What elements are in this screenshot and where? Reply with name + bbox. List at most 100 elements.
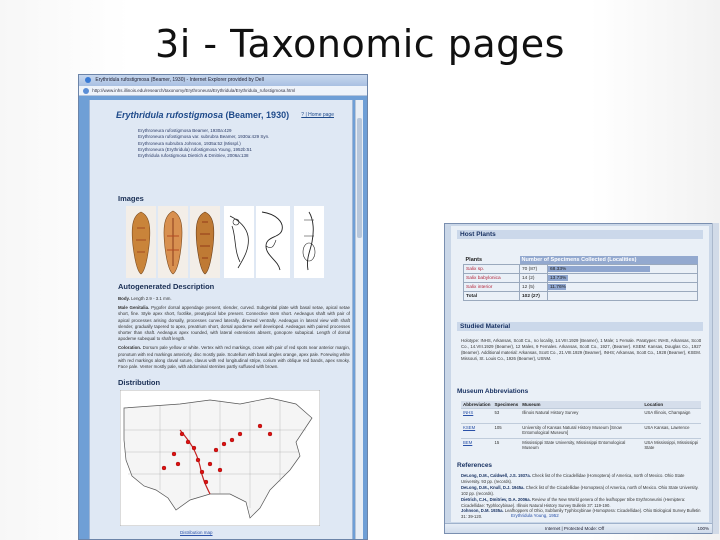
column-header: Abbreviation [461, 401, 493, 409]
specimen-count: 14 (2) [519, 273, 548, 283]
museum-name: University of Kansas Natural History Mus… [520, 423, 643, 439]
species-author: (Beamer, 1930) [225, 110, 290, 120]
museum-name: Illinois Natural History Survey [520, 408, 643, 424]
column-header: Museum [520, 401, 643, 409]
browser-window-species-page[interactable]: Erythridula rufostigmosa (Beamer, 1930) … [78, 74, 368, 540]
reference-item: Dietrich, C.H., Dmitriev, D.A. 2006a. Re… [461, 497, 701, 509]
reference-author[interactable]: Johnson, D.M. 1935a. [461, 508, 504, 513]
image-gallery [126, 206, 356, 278]
scrollbar-thumb[interactable] [357, 118, 362, 238]
reference-item: DeLong, D.M., Caldwell, J.S. 1937a. Chec… [461, 473, 701, 485]
museum-abbr-link[interactable]: INHS [461, 408, 493, 424]
reference-item: Johnson, D.M. 1935a. Leafhoppers of Ohio… [461, 508, 701, 519]
coloration-text: Dorsum pale yellow or white. Vertex with… [118, 345, 350, 370]
leafhopper-photo-dorsal-3[interactable] [190, 206, 220, 278]
total-value: 102 (27) [519, 291, 548, 301]
total-label: Total [463, 291, 520, 301]
coloration-paragraph: Coloration. Dorsum pale yellow or white.… [118, 345, 350, 370]
plant-name[interactable]: Salix interior [463, 282, 520, 292]
distribution-heading: Distribution [118, 378, 161, 387]
species-page: Erythridula rufostigmosa (Beamer, 1930) … [89, 100, 356, 539]
browser-window-host-plants[interactable]: Host Plants Plants Number of Specimens C… [444, 223, 718, 534]
zoom-level[interactable]: 100% [697, 524, 709, 533]
museum-count: 53 [492, 408, 521, 424]
host-plants-page: Host Plants Plants Number of Specimens C… [451, 226, 709, 522]
percent-bar-cell: 11.76% [547, 282, 698, 292]
window-edge-scrollbar [712, 223, 719, 534]
table-row: Salix sp. 70 (87) 68.33% [463, 264, 698, 274]
column-header: Plants [465, 257, 483, 263]
host-plants-table: Plants Number of Specimens Collected (Lo… [463, 256, 698, 301]
column-header: Number of Specimens Collected (Localitie… [519, 256, 698, 265]
vertical-scrollbar[interactable] [355, 100, 363, 539]
references-list: DeLong, D.M., Caldwell, J.S. 1937a. Chec… [461, 473, 701, 519]
slide-title: 3i - Taxonomic pages [155, 22, 565, 66]
percent-label: 11.76% [550, 284, 566, 290]
column-header: Location [642, 401, 701, 409]
studied-material-text: Holotype: INHS, Arkansas, Scott Co., no … [461, 338, 701, 362]
male-genitalia-paragraph: Male Genitalia. Pygofer dorsal appendage… [118, 305, 350, 342]
male-genitalia-label: Male Genitalia. [118, 305, 150, 311]
museum-abbreviations-heading: Museum Abbreviations [457, 388, 529, 395]
table-header-row: Abbreviation Specimens Museum Location [461, 401, 701, 409]
table-row: Salix babylonica 14 (2) 13.73% [463, 273, 698, 283]
reference-author[interactable]: DeLong, D.M., Caldwell, J.S. 1937a. [461, 473, 531, 478]
percent-bar-cell: 68.33% [547, 264, 698, 274]
reference-author[interactable]: DeLong, D.M., Knull, D.J. 1945a. [461, 485, 525, 490]
male-genitalia-text: Pygofer dorsal appendage present, slende… [118, 305, 350, 342]
body-text: Length 2.9 - 3.1 mm. [131, 296, 172, 301]
distribution-map[interactable] [120, 390, 320, 526]
style-drawing[interactable] [294, 206, 324, 278]
male-genitalia-drawing[interactable] [224, 206, 254, 278]
table-row: BEM 15 Mississippi State University, Mis… [461, 438, 701, 454]
total-empty-cell [547, 291, 698, 301]
plant-name[interactable]: Salix sp. [463, 264, 520, 274]
leafhopper-photo-dorsal-2[interactable] [158, 206, 188, 278]
column-header: Specimens [492, 401, 521, 409]
genus-link[interactable]: Erythridula Young, 1952 [511, 513, 559, 518]
page-viewport: Erythridula rufostigmosa (Beamer, 1930) … [79, 96, 367, 539]
leafhopper-photo-dorsal[interactable] [126, 206, 156, 278]
specimen-count: 70 (87) [519, 264, 548, 274]
museum-count: 15 [492, 438, 521, 454]
description-heading: Autogenerated Description [118, 282, 215, 291]
map-caption-link[interactable]: Distribution map [180, 530, 213, 535]
table-row: Salix interior 12 (5) 11.76% [463, 282, 698, 292]
status-bar: Internet | Protected Mode: Off 100% [445, 523, 717, 533]
plant-name[interactable]: Salix babylonica [463, 273, 520, 283]
reference-item: DeLong, D.M., Knull, D.J. 1945a. Check l… [461, 485, 701, 497]
host-plants-heading: Host Plants [457, 230, 703, 239]
synonym-item[interactable]: Erythridula rufostigmosa Dietrich & Dmit… [138, 153, 328, 159]
museum-name: Mississippi State University, Mississipp… [520, 438, 643, 454]
browser-icon [85, 76, 91, 83]
back-icon[interactable] [83, 87, 89, 94]
window-titlebar[interactable]: Erythridula rufostigmosa (Beamer, 1930) … [79, 75, 367, 86]
species-title: Erythridula rufostigmosa (Beamer, 1930) [116, 110, 289, 120]
home-page-link[interactable]: ? | Home page [301, 112, 334, 118]
specimen-count: 12 (5) [519, 282, 548, 292]
body-label: Body. [118, 296, 130, 301]
synonym-list: Erythroneura rufostigmosa Beamer, 1930a:… [138, 128, 328, 159]
museum-location: USA Kansas, Lawrence [642, 423, 701, 439]
museum-abbr-link[interactable]: KSEM [461, 423, 493, 439]
museum-abbr-link[interactable]: BEM [461, 438, 493, 454]
window-title: Erythridula rufostigmosa (Beamer, 1930) … [95, 77, 264, 83]
table-row: INHS 53 Illinois Natural History Survey … [461, 408, 701, 424]
body-paragraph: Body. Length 2.9 - 3.1 mm. [118, 296, 350, 302]
address-url[interactable]: http://www.inhs.illinois.edu/research/ta… [92, 88, 295, 93]
address-bar[interactable]: http://www.inhs.illinois.edu/research/ta… [79, 86, 367, 96]
aedeagus-drawing[interactable] [256, 206, 290, 278]
reference-author[interactable]: Dietrich, C.H., Dmitriev, D.A. 2006a. [461, 497, 531, 502]
museum-table: Abbreviation Specimens Museum Location I… [461, 401, 701, 454]
percent-bar-cell: 13.73% [547, 273, 698, 283]
table-row: KSEM 105 University of Kansas Natural Hi… [461, 423, 701, 439]
studied-material-heading: Studied Material [457, 322, 703, 331]
museum-count: 105 [492, 423, 521, 439]
images-heading: Images [118, 194, 144, 203]
species-description: Body. Length 2.9 - 3.1 mm. Male Genitali… [118, 296, 350, 373]
percent-label: 68.33% [550, 266, 567, 272]
coloration-label: Coloration. [118, 345, 142, 351]
table-total-row: Total 102 (27) [463, 291, 698, 301]
species-name: Erythridula rufostigmosa [116, 110, 224, 120]
museum-location: USA Illinois, Champaign [642, 408, 701, 424]
